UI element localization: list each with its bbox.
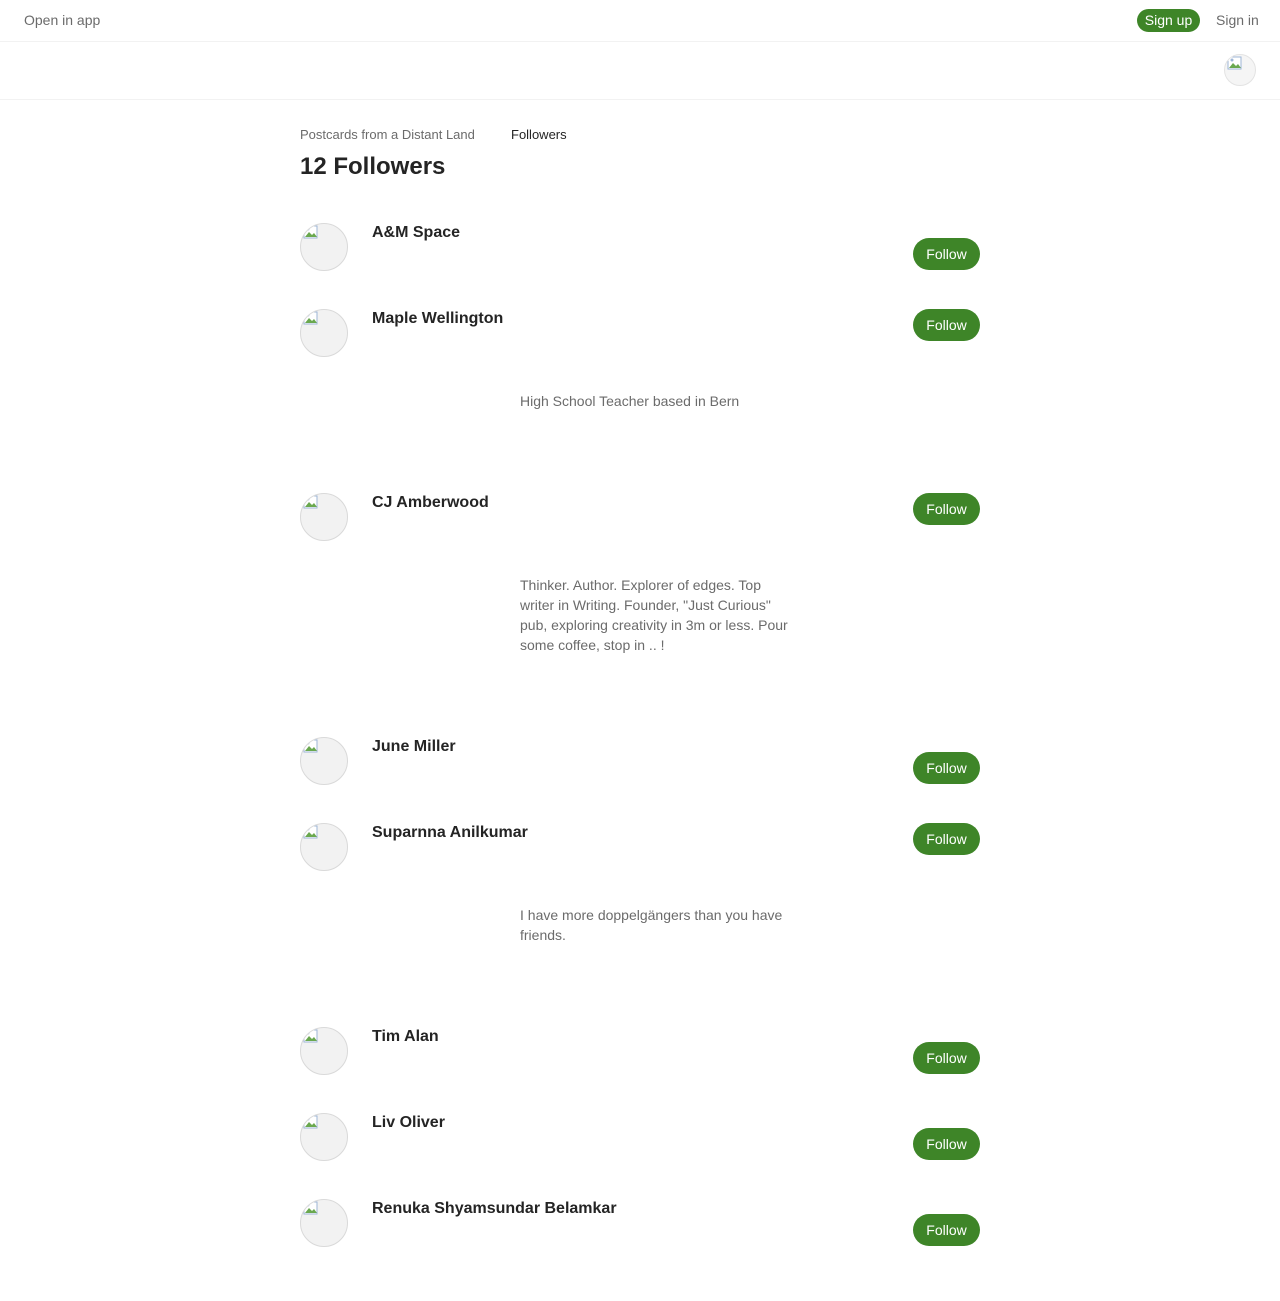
broken-image-icon <box>303 825 318 839</box>
sign-up-button[interactable]: Sign up <box>1137 9 1200 32</box>
broken-image-icon <box>1227 56 1242 70</box>
broken-image-icon <box>303 1115 318 1129</box>
follow-button[interactable]: Follow <box>913 238 980 270</box>
follower-name[interactable]: Liv Oliver <box>372 1114 445 1132</box>
breadcrumb-publication[interactable]: Postcards from a Distant Land <box>300 127 475 142</box>
follow-button[interactable]: Follow <box>913 493 980 525</box>
follower-avatar[interactable] <box>300 493 348 541</box>
follower-name[interactable]: Tim Alan <box>372 1028 439 1046</box>
sign-in-link[interactable]: Sign in <box>1216 12 1259 28</box>
publication-bar <box>0 42 1280 100</box>
broken-image-icon <box>303 739 318 753</box>
follower-name[interactable]: Suparnna Anilkumar <box>372 824 528 842</box>
follower-avatar[interactable] <box>300 823 348 871</box>
follower-avatar[interactable] <box>300 309 348 357</box>
follower-name[interactable]: A&M Space <box>372 224 460 242</box>
follow-button[interactable]: Follow <box>913 752 980 784</box>
open-in-app-link[interactable]: Open in app <box>24 12 100 28</box>
follow-button[interactable]: Follow <box>913 1214 980 1246</box>
follow-button[interactable]: Follow <box>913 309 980 341</box>
follower-name[interactable]: June Miller <box>372 738 456 756</box>
follower-name[interactable]: Renuka Shyamsundar Belamkar <box>372 1200 617 1218</box>
publication-avatar[interactable] <box>1224 54 1256 86</box>
follow-button[interactable]: Follow <box>913 1042 980 1074</box>
broken-image-icon <box>303 495 318 509</box>
broken-image-icon <box>303 1029 318 1043</box>
follower-avatar[interactable] <box>300 1199 348 1247</box>
follower-avatar[interactable] <box>300 223 348 271</box>
follower-name[interactable]: Maple Wellington <box>372 310 503 328</box>
broken-image-icon <box>303 311 318 325</box>
broken-image-icon <box>303 1201 318 1215</box>
breadcrumb-followers[interactable]: Followers <box>511 127 567 142</box>
follower-bio: High School Teacher based in Bern <box>520 393 740 409</box>
follow-button[interactable]: Follow <box>913 1128 980 1160</box>
follower-avatar[interactable] <box>300 737 348 785</box>
follower-name[interactable]: CJ Amberwood <box>372 494 489 512</box>
follower-avatar[interactable] <box>300 1113 348 1161</box>
follower-avatar[interactable] <box>300 1027 348 1075</box>
top-bar: Open in app Sign up Sign in <box>0 0 1280 42</box>
follow-button[interactable]: Follow <box>913 823 980 855</box>
page-title: 12 Followers <box>300 153 446 180</box>
broken-image-icon <box>303 225 318 239</box>
follower-bio: I have more doppelgängers than you have … <box>520 907 783 943</box>
follower-bio: Thinker. Author. Explorer of edges. Top … <box>520 577 788 653</box>
